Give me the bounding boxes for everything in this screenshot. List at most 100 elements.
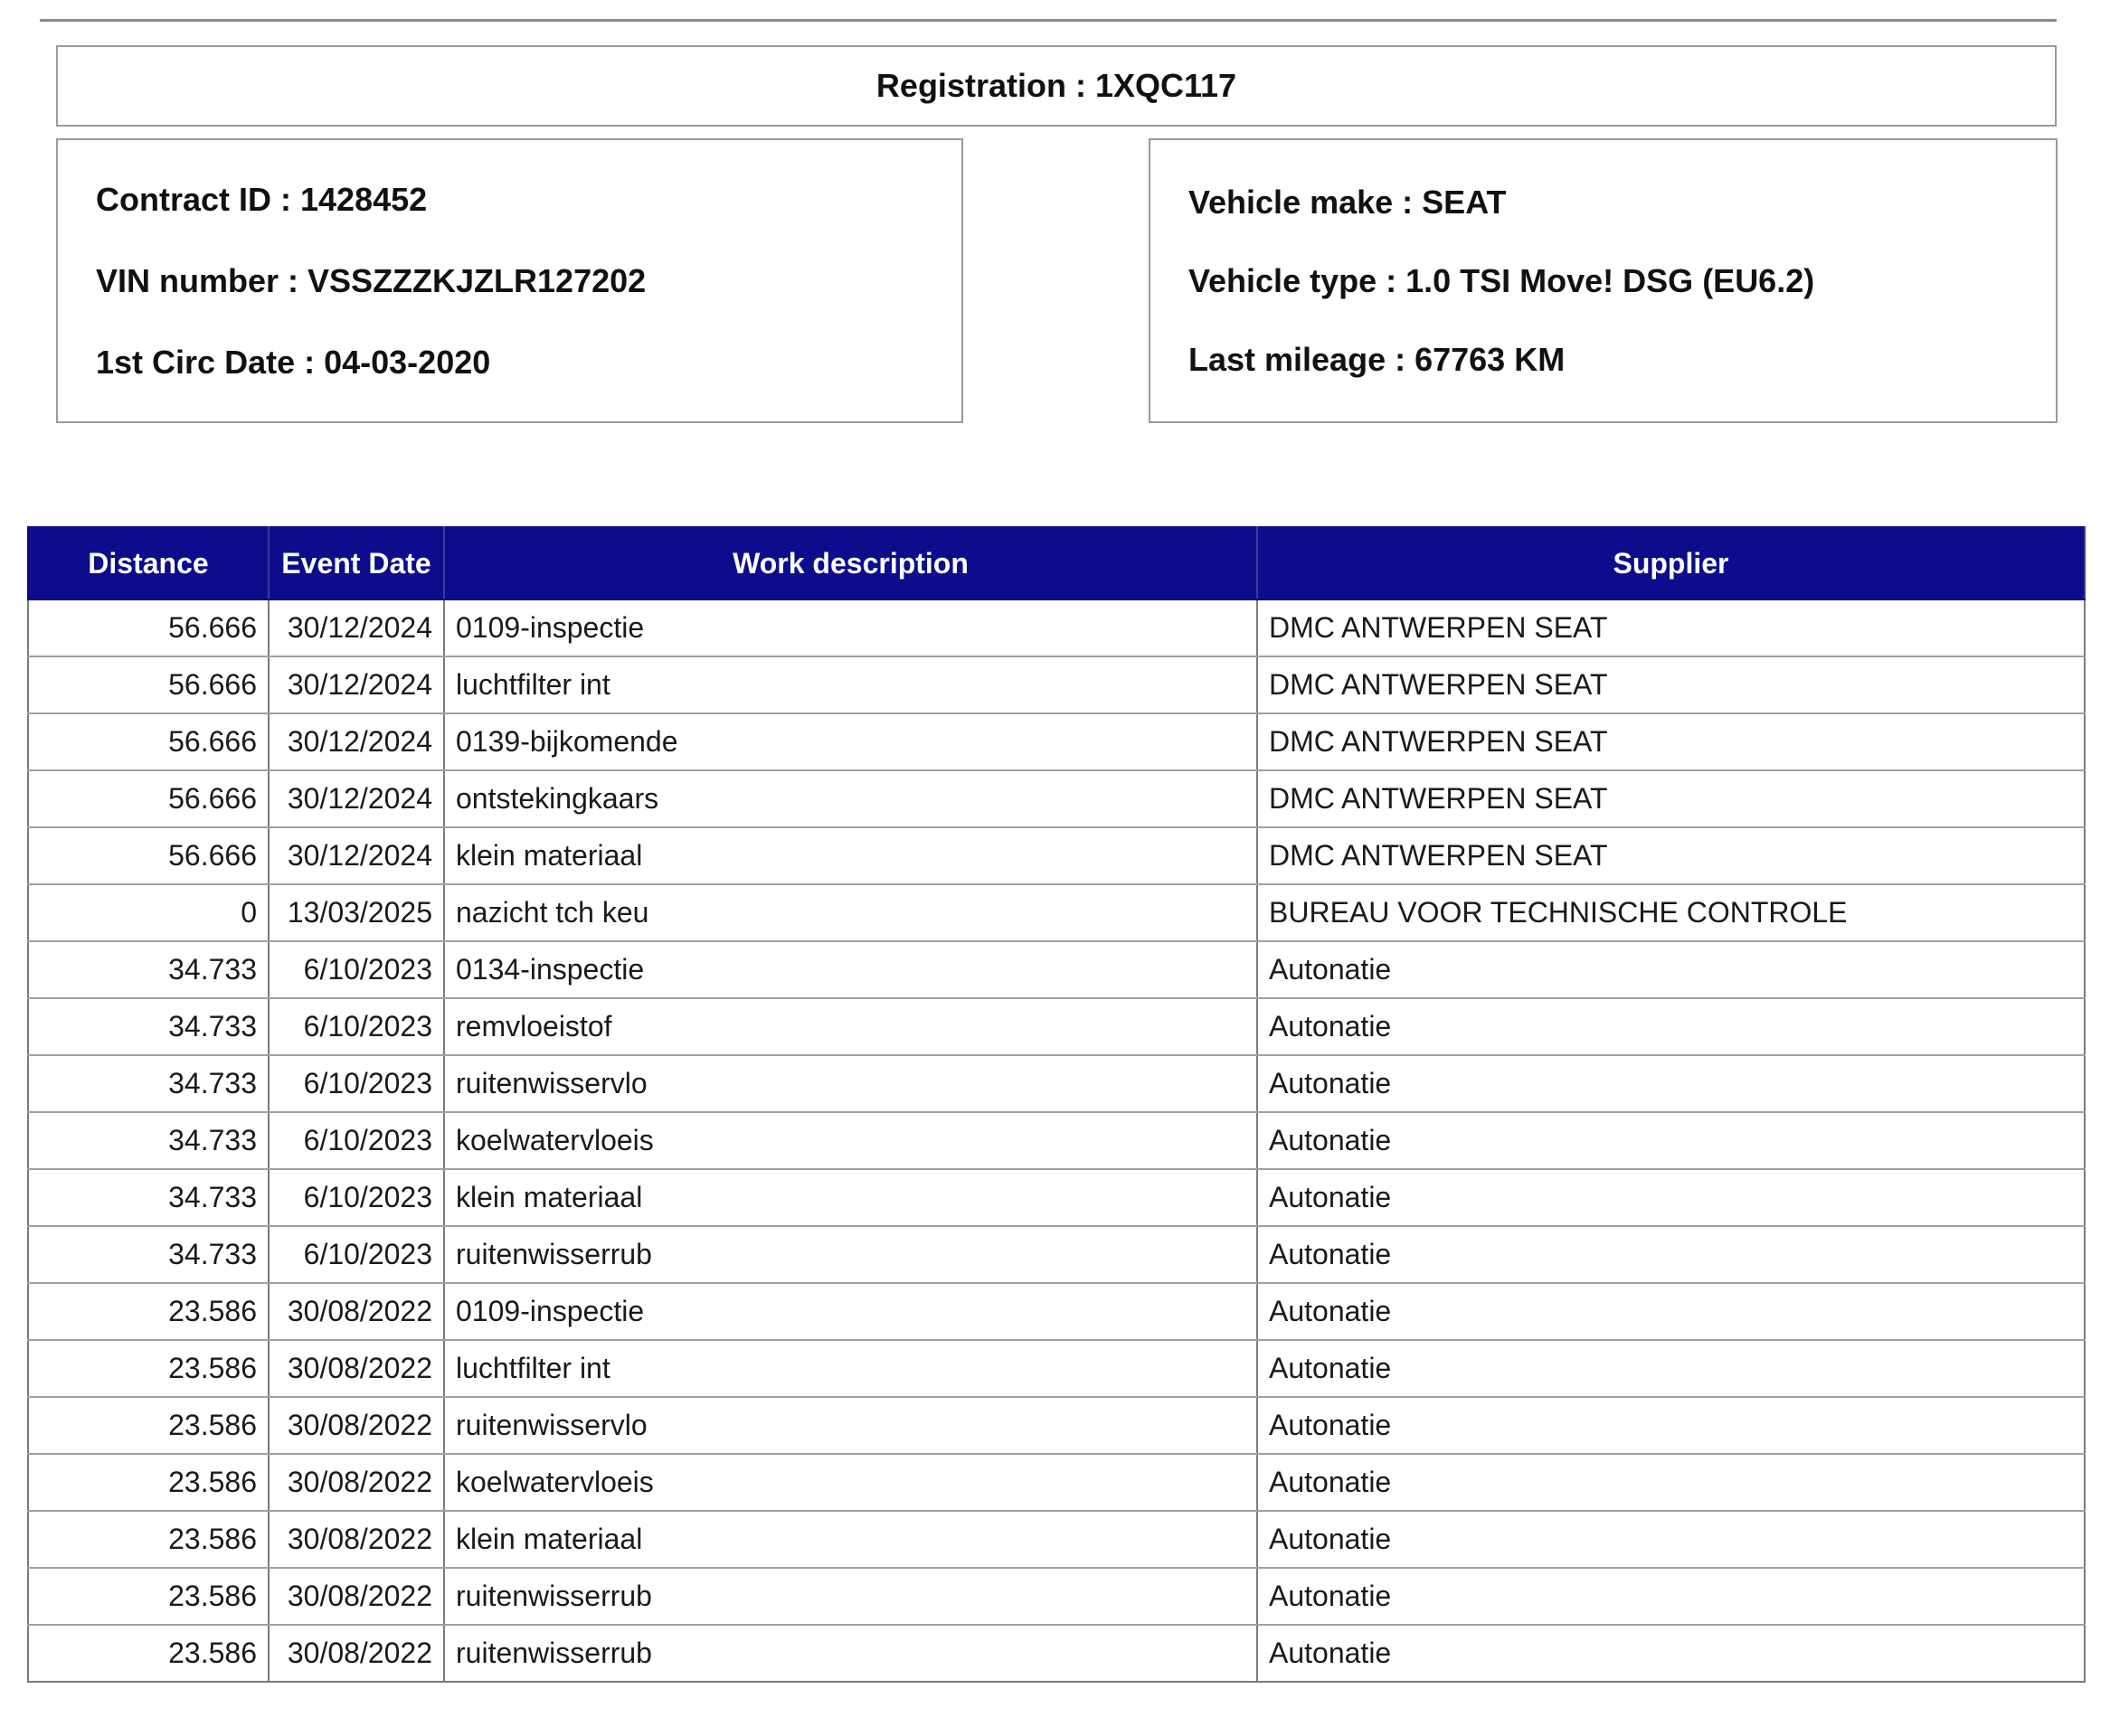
table-row: 34.733 6/10/2023 klein materiaal Autonatie (27, 1169, 2086, 1227)
cell-supplier: Autonatie (1256, 1397, 2086, 1455)
cell-supplier: Autonatie (1256, 941, 2086, 999)
cell-supplier: Autonatie (1256, 1283, 2086, 1341)
cell-event-date: 30/08/2022 (268, 1511, 445, 1569)
last-mileage-line: Last mileage : 67763 KM (1188, 341, 1566, 378)
table-row: 34.733 6/10/2023 ruitenwisserrub Autonatie (27, 1226, 2086, 1284)
cell-work-description: 0134-inspectie (443, 941, 1258, 999)
circ-date-line: 1st Circ Date : 04-03-2020 (96, 344, 491, 381)
cell-work-description: remvloeistof (443, 998, 1258, 1056)
contract-id-label: Contract ID (96, 181, 272, 218)
top-divider (40, 19, 2057, 22)
cell-event-date: 30/08/2022 (268, 1283, 445, 1341)
cell-event-date: 6/10/2023 (268, 1226, 445, 1284)
circ-date-value: 04-03-2020 (324, 344, 491, 381)
column-header-work-description: Work description (443, 526, 1258, 600)
cell-work-description: klein materiaal (443, 827, 1258, 885)
cell-work-description: ruitenwisservlo (443, 1397, 1258, 1455)
contract-id-line: Contract ID : 1428452 (96, 181, 428, 218)
cell-event-date: 30/08/2022 (268, 1454, 445, 1512)
cell-distance: 56.666 (27, 827, 270, 885)
cell-supplier: Autonatie (1256, 998, 2086, 1056)
column-header-distance: Distance (27, 526, 270, 600)
cell-distance: 23.586 (27, 1340, 270, 1398)
cell-work-description: klein materiaal (443, 1169, 1258, 1227)
vehicle-make-label: Vehicle make (1188, 184, 1394, 221)
vehicle-type-line: Vehicle type : 1.0 TSI Move! DSG (EU6.2) (1188, 262, 1815, 299)
cell-supplier: BUREAU VOOR TECHNISCHE CONTROLE (1256, 884, 2086, 942)
cell-event-date: 30/08/2022 (268, 1625, 445, 1683)
cell-distance: 34.733 (27, 941, 270, 999)
table-row: 23.586 30/08/2022 0109-inspectie Autonatie (27, 1283, 2086, 1341)
circ-date-label: 1st Circ Date (96, 344, 296, 381)
cell-distance: 23.586 (27, 1283, 270, 1341)
cell-event-date: 30/12/2024 (268, 770, 445, 828)
table-row: 34.733 6/10/2023 ruitenwisservlo Autonatie (27, 1055, 2086, 1113)
registration-label: Registration (875, 67, 1066, 104)
registration-value: 1XQC117 (1094, 67, 1237, 104)
cell-work-description: ruitenwisserrub (443, 1625, 1258, 1683)
cell-event-date: 30/08/2022 (268, 1568, 445, 1626)
registration-text: Registration : 1XQC117 (875, 67, 1237, 104)
vehicle-info-box: Vehicle make : SEAT Vehicle type : 1.0 T… (1149, 138, 2058, 423)
cell-event-date: 6/10/2023 (268, 941, 445, 999)
table-row: 23.586 30/08/2022 ruitenwisserrub Autonatie (27, 1568, 2086, 1626)
cell-supplier: Autonatie (1256, 1055, 2086, 1113)
cell-work-description: ruitenwisserrub (443, 1568, 1258, 1626)
cell-supplier: Autonatie (1256, 1625, 2086, 1683)
cell-event-date: 6/10/2023 (268, 1055, 445, 1113)
cell-distance: 34.733 (27, 1226, 270, 1284)
table-row: 56.666 30/12/2024 klein materiaal DMC ANTWE… (27, 827, 2086, 885)
table-row: 56.666 30/12/2024 0109-inspectie DMC ANTWER… (27, 599, 2086, 657)
vehicle-type-value: 1.0 TSI Move! DSG (EU6.2) (1405, 262, 1815, 299)
table-row: 56.666 30/12/2024 ontstekingkaars DMC ANTWE… (27, 770, 2086, 828)
cell-distance: 56.666 (27, 599, 270, 657)
vin-label: VIN number (96, 262, 279, 299)
cell-supplier: DMC ANTWERPEN SEAT (1256, 656, 2086, 714)
cell-event-date: 30/12/2024 (268, 656, 445, 714)
last-mileage-value: 67763 KM (1415, 341, 1566, 378)
cell-event-date: 13/03/2025 (268, 884, 445, 942)
cell-work-description: ontstekingkaars (443, 770, 1258, 828)
cell-work-description: 0109-inspectie (443, 599, 1258, 657)
cell-supplier: Autonatie (1256, 1454, 2086, 1512)
cell-work-description: koelwatervloeis (443, 1454, 1258, 1512)
cell-supplier: Autonatie (1256, 1511, 2086, 1569)
cell-event-date: 6/10/2023 (268, 998, 445, 1056)
vehicle-make-line: Vehicle make : SEAT (1188, 184, 1507, 221)
table-row: 23.586 30/08/2022 ruitenwisserrub Autonatie (27, 1625, 2086, 1683)
cell-distance: 23.586 (27, 1397, 270, 1455)
table-body: 56.666 30/12/2024 0109-inspectie DMC ANTWER… (27, 599, 2086, 1683)
cell-distance: 0 (27, 884, 270, 942)
cell-event-date: 6/10/2023 (268, 1112, 445, 1170)
table-row: 56.666 30/12/2024 luchtfilter int DMC ANTWE… (27, 656, 2086, 714)
cell-distance: 23.586 (27, 1454, 270, 1512)
cell-supplier: Autonatie (1256, 1112, 2086, 1170)
table-row: 34.733 6/10/2023 koelwatervloeis Autonatie (27, 1112, 2086, 1170)
cell-event-date: 30/08/2022 (268, 1397, 445, 1455)
cell-distance: 56.666 (27, 770, 270, 828)
cell-supplier: Autonatie (1256, 1340, 2086, 1398)
cell-distance: 23.586 (27, 1568, 270, 1626)
cell-supplier: DMC ANTWERPEN SEAT (1256, 770, 2086, 828)
cell-distance: 34.733 (27, 1055, 270, 1113)
table-row: 23.586 30/08/2022 koelwatervloeis Autonatie (27, 1454, 2086, 1512)
table-row: 34.733 6/10/2023 remvloeistof Autonatie (27, 998, 2086, 1056)
cell-supplier: DMC ANTWERPEN SEAT (1256, 827, 2086, 885)
cell-supplier: DMC ANTWERPEN SEAT (1256, 599, 2086, 657)
last-mileage-label: Last mileage (1188, 341, 1386, 378)
vin-line: VIN number : VSSZZZKJZLR127202 (96, 262, 647, 299)
cell-supplier: Autonatie (1256, 1568, 2086, 1626)
cell-event-date: 6/10/2023 (268, 1169, 445, 1227)
cell-work-description: 0109-inspectie (443, 1283, 1258, 1341)
contract-info-box: Contract ID : 1428452 VIN number : VSSZZ… (56, 138, 963, 423)
maintenance-table: Distance Event Date Work description Sup… (27, 526, 2086, 1683)
table-row: 23.586 30/08/2022 luchtfilter int Autonatie (27, 1340, 2086, 1398)
column-header-event-date: Event Date (268, 526, 445, 600)
table-row: 56.666 30/12/2024 0139-bijkomende DMC ANTWE… (27, 713, 2086, 771)
cell-distance: 56.666 (27, 656, 270, 714)
contract-id-value: 1428452 (300, 181, 428, 218)
cell-work-description: ruitenwisserrub (443, 1226, 1258, 1284)
cell-distance: 34.733 (27, 1112, 270, 1170)
cell-distance: 56.666 (27, 713, 270, 771)
column-header-supplier: Supplier (1256, 526, 2086, 600)
